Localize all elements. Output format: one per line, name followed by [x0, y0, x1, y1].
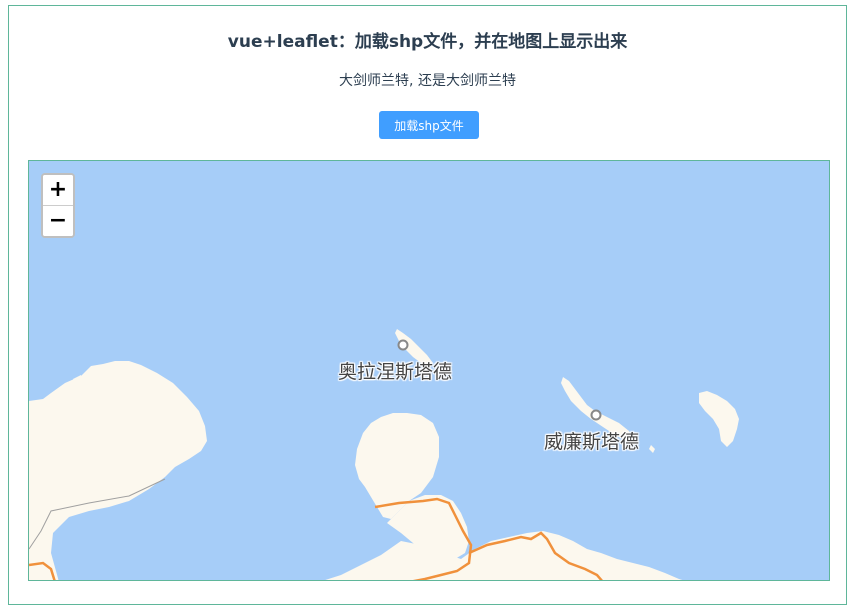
- zoom-out-button[interactable]: −: [43, 206, 73, 236]
- willemstad-marker-icon: [590, 409, 602, 421]
- oranjestad-marker-icon: [397, 339, 409, 351]
- zoom-control: + −: [41, 173, 75, 238]
- zoom-in-button[interactable]: +: [43, 175, 73, 206]
- place-label-oranjestad: 奥拉涅斯塔德: [338, 361, 453, 383]
- page-subtitle: 大剑师兰特, 还是大剑师兰特: [339, 73, 516, 89]
- page-title: vue+leaflet：加载shp文件，并在地图上显示出来: [227, 32, 628, 52]
- load-shp-button[interactable]: 加载shp文件: [379, 111, 479, 139]
- map-container[interactable]: 奥拉涅斯塔德 威廉斯塔德 + −: [28, 160, 830, 581]
- place-label-willemstad: 威廉斯塔德: [544, 431, 640, 453]
